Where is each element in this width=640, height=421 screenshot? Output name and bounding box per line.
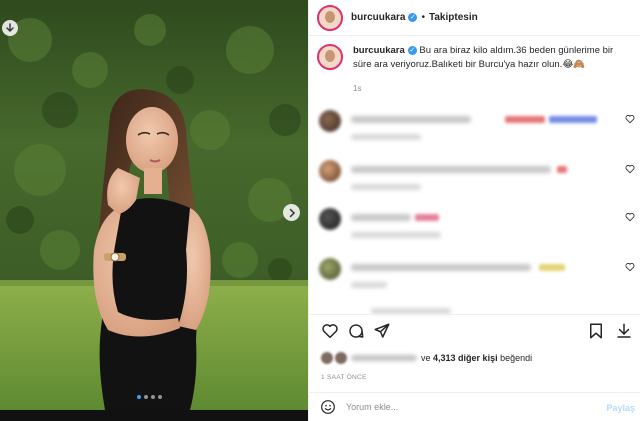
- verified-badge-icon: ✓: [407, 45, 417, 55]
- heart-icon[interactable]: [625, 212, 635, 222]
- photo-bottom-bar: [0, 410, 308, 421]
- action-bar: [321, 322, 633, 344]
- caption-username[interactable]: burcuukara: [353, 45, 405, 56]
- next-slide-button[interactable]: [283, 204, 300, 221]
- caption-timestamp[interactable]: 1s: [353, 84, 361, 93]
- avatar: [335, 352, 347, 364]
- blurred-comment-text: [351, 214, 411, 221]
- carousel-indicator: [137, 395, 162, 399]
- list-item: [319, 160, 639, 204]
- bookmark-icon[interactable]: [587, 322, 605, 340]
- blurred-comment-meta: [351, 134, 421, 140]
- post-timestamp[interactable]: 1 SAAT ÖNCE: [321, 374, 367, 381]
- blurred-comment-meta: [351, 232, 441, 238]
- list-item: [319, 208, 639, 252]
- heart-icon[interactable]: [625, 114, 635, 124]
- post-image: [0, 0, 308, 410]
- follow-status-button[interactable]: Takiptesin: [429, 12, 478, 23]
- blurred-comment-text: [351, 264, 531, 271]
- instagram-post-viewer: burcuukara ✓ • Takiptesin burcuukara ✓ Bu…: [0, 0, 640, 421]
- divider: [309, 314, 640, 315]
- avatar[interactable]: [319, 160, 341, 182]
- save-down-icon: [6, 23, 14, 32]
- post-side-panel: burcuukara ✓ • Takiptesin burcuukara ✓ Bu…: [308, 0, 640, 421]
- likes-count[interactable]: 4,313 diğer kişi: [433, 353, 498, 363]
- avatar[interactable]: [319, 258, 341, 280]
- carousel-dot: [137, 395, 141, 399]
- download-icon[interactable]: [615, 322, 633, 340]
- blurred-emoji: [557, 166, 567, 173]
- blurred-emoji: [549, 116, 597, 123]
- comment-composer: Paylaş: [309, 392, 640, 421]
- blurred-comment-meta: [351, 184, 421, 190]
- caption-body: burcuukara ✓ Bu ara biraz kilo aldım.36 b…: [353, 44, 633, 72]
- caption: burcuukara ✓ Bu ara biraz kilo aldım.36 b…: [317, 44, 635, 72]
- likes-suffix: beğendi: [500, 353, 533, 363]
- likes-summary[interactable]: ve 4,313 diğer kişi beğendi: [321, 352, 532, 364]
- chevron-right-icon: [289, 208, 295, 217]
- list-item: [319, 258, 639, 302]
- blurred-emoji: [415, 214, 439, 221]
- emoji-icon[interactable]: [320, 399, 336, 415]
- post-photo[interactable]: [0, 0, 308, 410]
- blurred-comment-meta: [351, 282, 387, 288]
- blurred-emoji: [505, 116, 545, 123]
- share-icon[interactable]: [373, 322, 391, 340]
- blurred-emoji: [539, 264, 565, 271]
- post-comment-button[interactable]: Paylaş: [606, 403, 635, 413]
- avatar[interactable]: [319, 208, 341, 230]
- comment-input[interactable]: [346, 402, 586, 412]
- blurred-comment-text: [351, 166, 551, 173]
- save-button[interactable]: [2, 20, 18, 36]
- carousel-dot: [144, 395, 148, 399]
- post-header: burcuukara ✓ • Takiptesin: [309, 0, 640, 36]
- carousel-dot: [151, 395, 155, 399]
- avatar[interactable]: [317, 4, 343, 31]
- heart-icon[interactable]: [625, 262, 635, 272]
- avatar[interactable]: [319, 110, 341, 132]
- heart-icon[interactable]: [625, 164, 635, 174]
- blurred-liker-name: [351, 355, 417, 361]
- list-item: [319, 110, 639, 154]
- separator: •: [421, 12, 425, 23]
- heart-icon[interactable]: [321, 322, 339, 340]
- username-link[interactable]: burcuukara: [351, 12, 405, 23]
- carousel-dot: [158, 395, 162, 399]
- blurred-comment-text: [351, 116, 471, 123]
- verified-badge-icon: ✓: [408, 13, 418, 22]
- avatar: [321, 352, 333, 364]
- comment-icon[interactable]: [347, 322, 365, 340]
- avatar[interactable]: [317, 44, 343, 70]
- comment-list: [309, 104, 640, 320]
- likes-prefix: ve: [421, 353, 431, 363]
